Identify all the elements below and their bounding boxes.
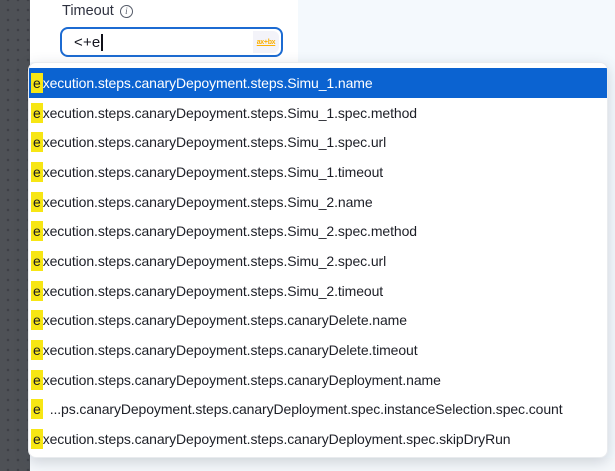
- suggestion-item[interactable]: execution.steps.canaryDepoyment.steps.Si…: [29, 216, 607, 246]
- suggestion-item[interactable]: e ...ps.canaryDepoyment.steps.canaryDeplo…: [29, 395, 607, 425]
- suggestion-item[interactable]: execution.steps.canaryDepoyment.steps.Si…: [29, 68, 607, 98]
- suggestion-item[interactable]: execution.steps.canaryDepoyment.steps.ca…: [29, 335, 607, 365]
- suggestion-item[interactable]: execution.steps.canaryDepoyment.steps.Si…: [29, 246, 607, 276]
- suggestion-item[interactable]: execution.steps.canaryDepoyment.steps.Si…: [29, 157, 607, 187]
- timeout-field-label-row: Timeout i: [62, 3, 133, 19]
- suggestion-text: xecution.steps.canaryDepoyment.steps.can…: [43, 342, 418, 358]
- match-highlight: e: [31, 340, 43, 360]
- expression-mode-badge[interactable]: ax+bx: [253, 31, 279, 53]
- timeout-label: Timeout: [62, 3, 114, 19]
- match-highlight: e: [31, 132, 43, 152]
- match-highlight: e: [31, 73, 43, 93]
- match-highlight: e: [31, 370, 43, 390]
- suggestion-item[interactable]: execution.steps.canaryDepoyment.steps.ca…: [29, 365, 607, 395]
- suggestion-item[interactable]: execution.steps.canaryDepoyment.steps.ca…: [29, 306, 607, 336]
- timeout-input[interactable]: <+e ax+bx: [60, 27, 283, 57]
- suggestion-text: xecution.steps.canaryDepoyment.steps.Sim…: [43, 283, 383, 299]
- suggestion-item[interactable]: execution.steps.canaryDepoyment.steps.Si…: [29, 127, 607, 157]
- suggestion-text: xecution.steps.canaryDepoyment.steps.can…: [43, 431, 511, 447]
- suggestion-item[interactable]: execution.steps.canaryDepoyment.steps.Si…: [29, 187, 607, 217]
- match-highlight: e: [31, 251, 43, 271]
- suggestion-text: xecution.steps.canaryDepoyment.steps.Sim…: [43, 105, 417, 121]
- text-cursor: [101, 34, 103, 51]
- match-highlight: e: [31, 399, 43, 419]
- match-highlight: e: [31, 221, 43, 241]
- suggestion-text: ...ps.canaryDepoyment.steps.canaryDeploy…: [50, 401, 563, 417]
- match-highlight: e: [31, 103, 43, 123]
- suggestion-text: xecution.steps.canaryDepoyment.steps.Sim…: [43, 223, 417, 239]
- suggestion-text: xecution.steps.canaryDepoyment.steps.Sim…: [43, 164, 383, 180]
- suggestion-item[interactable]: execution.steps.canaryDepoyment.steps.Si…: [29, 276, 607, 306]
- suggestion-item[interactable]: execution.steps.canaryDepoyment.steps.Si…: [29, 98, 607, 128]
- match-highlight: e: [31, 429, 43, 449]
- suggestion-text: xecution.steps.canaryDepoyment.steps.Sim…: [43, 75, 373, 91]
- suggestion-item[interactable]: execution.steps.canaryDepoyment.steps.ca…: [29, 424, 607, 454]
- match-highlight: e: [31, 281, 43, 301]
- suggestion-text: xecution.steps.canaryDepoyment.steps.Sim…: [43, 134, 386, 150]
- suggestion-text: xecution.steps.canaryDepoyment.steps.can…: [43, 372, 441, 388]
- suggestion-text: xecution.steps.canaryDepoyment.steps.can…: [43, 312, 407, 328]
- info-icon[interactable]: i: [120, 5, 133, 18]
- match-highlight: e: [31, 310, 43, 330]
- match-highlight: e: [31, 162, 43, 182]
- suggestion-text: xecution.steps.canaryDepoyment.steps.Sim…: [43, 253, 386, 269]
- panel-footer-background: [30, 458, 615, 471]
- expression-suggestions-dropdown: execution.steps.canaryDepoyment.steps.Si…: [28, 62, 608, 458]
- timeout-input-value: <+e: [74, 34, 100, 51]
- match-highlight: e: [31, 192, 43, 212]
- suggestion-text: xecution.steps.canaryDepoyment.steps.Sim…: [43, 194, 373, 210]
- pipeline-canvas-background: [0, 0, 30, 471]
